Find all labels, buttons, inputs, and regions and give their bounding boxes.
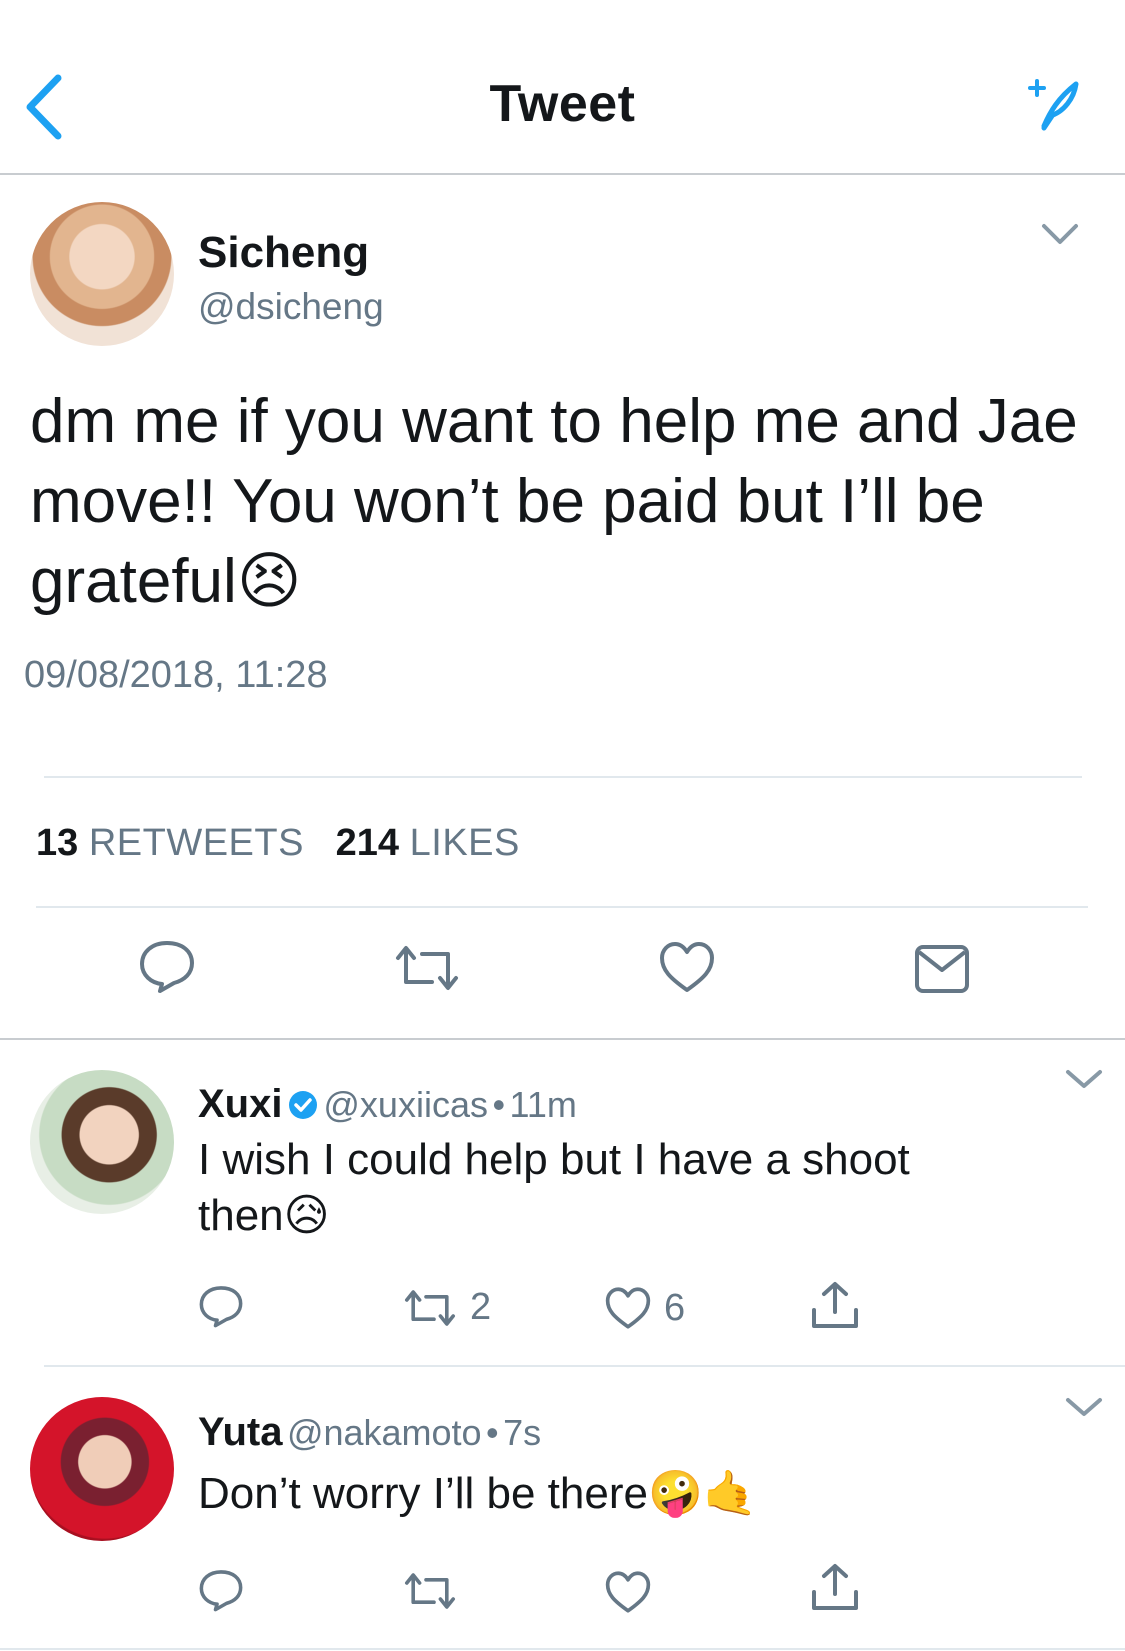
compose-feather-icon	[1028, 79, 1079, 131]
reply-time: 11m	[509, 1084, 577, 1125]
direct-message-button[interactable]	[914, 944, 970, 994]
likes-count: 214	[335, 822, 400, 864]
retweet-button[interactable]	[402, 1570, 458, 1612]
avatar[interactable]	[30, 202, 174, 346]
retweet-button[interactable]: 2	[402, 1286, 491, 1329]
reply-button[interactable]	[198, 1284, 244, 1328]
retweet-count: 2	[470, 1286, 492, 1328]
reply-text-line: Don’t worry I’ll be there	[198, 1469, 648, 1518]
retweet-icon	[405, 1289, 455, 1326]
avatar[interactable]	[30, 1397, 174, 1541]
author-name[interactable]: Sicheng	[198, 228, 369, 278]
share-button[interactable]	[810, 1280, 860, 1330]
tweet-text-body: dm me if you want to help me and Jae mov…	[30, 387, 1078, 616]
reply-text-line: I wish I could help but I have a shoot	[198, 1135, 910, 1184]
chevron-down-icon	[1066, 1398, 1102, 1416]
likes-stat[interactable]: 214 LIKES	[336, 822, 520, 864]
chevron-down-icon	[1066, 1070, 1102, 1088]
reply-options-button[interactable]	[1064, 1066, 1104, 1092]
divider	[44, 1365, 1125, 1367]
verified-badge-icon	[288, 1091, 317, 1119]
retweet-button[interactable]	[392, 942, 462, 994]
retweets-count: 13	[36, 822, 79, 864]
tweet-stats: 13 RETWEETS 214 LIKES	[36, 822, 520, 865]
author-handle[interactable]: @dsicheng	[198, 286, 384, 328]
retweet-icon	[396, 946, 458, 990]
share-button[interactable]	[810, 1562, 860, 1612]
envelope-icon	[915, 945, 969, 993]
reply-emoji: 😥	[283, 1191, 330, 1240]
like-count: 6	[664, 1286, 686, 1329]
reply-author-handle[interactable]: @xuxiicas	[323, 1084, 488, 1125]
reply-icon	[140, 941, 194, 993]
reply-emoji: 🤪🤙	[647, 1469, 758, 1518]
chevron-down-icon	[1042, 224, 1078, 244]
like-button[interactable]	[658, 940, 716, 994]
reply-text-line: then	[198, 1191, 284, 1240]
reply-icon	[199, 1570, 243, 1612]
retweet-icon	[405, 1573, 455, 1609]
heart-icon	[605, 1287, 651, 1329]
reply-time: 7s	[503, 1412, 542, 1453]
reply-text: I wish I could help but I have a shoot t…	[198, 1132, 1058, 1244]
retweets-stat[interactable]: 13 RETWEETS	[36, 822, 304, 864]
heart-icon	[605, 1571, 651, 1613]
reply-icon	[199, 1286, 243, 1328]
divider	[36, 906, 1088, 908]
reply-button[interactable]	[198, 1568, 244, 1612]
page-title: Tweet	[489, 75, 636, 133]
reply-text: Don’t worry I’ll be there🤪🤙	[198, 1466, 1078, 1522]
likes-label: LIKES	[409, 822, 520, 864]
share-icon	[812, 1282, 858, 1328]
reply-author-name[interactable]: Xuxi	[198, 1082, 282, 1126]
tweet-emoji: 😣	[236, 547, 302, 616]
divider	[0, 1648, 1125, 1650]
like-button[interactable]	[604, 1570, 652, 1614]
tweet-options-button[interactable]	[1040, 218, 1080, 248]
compose-button[interactable]	[1024, 76, 1082, 132]
reply-header: Yuta @nakamoto • 7s	[198, 1410, 541, 1455]
share-icon	[812, 1564, 858, 1610]
divider	[44, 776, 1082, 778]
retweets-label: RETWEETS	[88, 822, 304, 864]
avatar[interactable]	[30, 1070, 174, 1214]
reply-header: Xuxi @xuxiicas • 11m	[198, 1082, 577, 1127]
reply-author-handle[interactable]: @nakamoto	[287, 1412, 482, 1453]
reply-button[interactable]	[138, 938, 196, 994]
reply-author-name[interactable]: Yuta	[198, 1410, 282, 1454]
like-button[interactable]: 6	[604, 1286, 685, 1330]
heart-icon	[660, 942, 714, 992]
tweet-timestamp: 09/08/2018, 11:28	[24, 654, 328, 696]
meta-separator: •	[492, 1084, 506, 1125]
tweet-text: dm me if you want to help me and Jae mov…	[30, 382, 1100, 622]
section-divider	[0, 1038, 1125, 1040]
reply-options-button[interactable]	[1064, 1394, 1104, 1420]
meta-separator: •	[486, 1412, 499, 1453]
